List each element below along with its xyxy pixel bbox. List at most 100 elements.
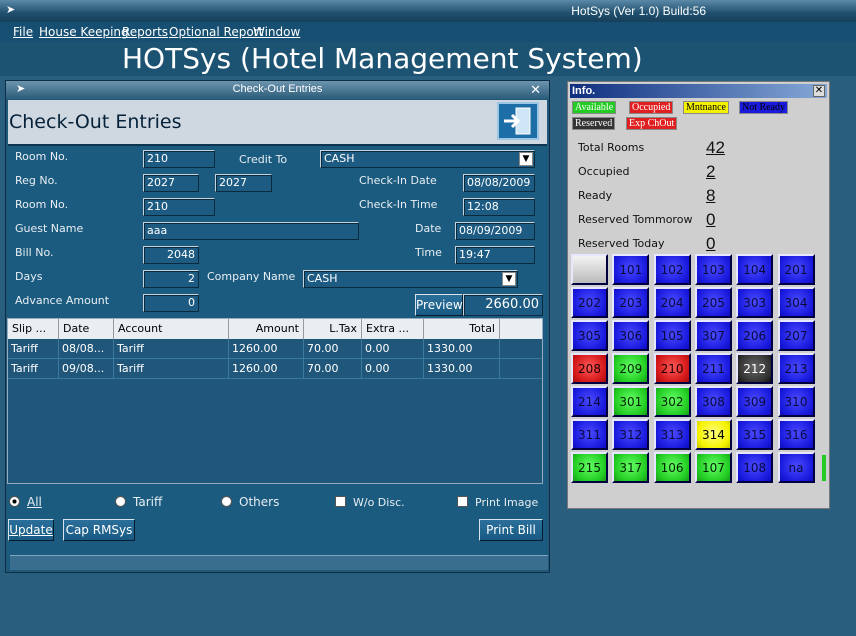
room-tile-201[interactable]: 201 (778, 254, 815, 285)
room-tile-101[interactable]: 101 (612, 254, 649, 285)
room-tile-305[interactable]: 305 (571, 320, 608, 351)
cell-ltax: 70.00 (304, 359, 362, 379)
close-icon[interactable]: ✕ (813, 85, 825, 97)
update-button[interactable]: Update (8, 519, 54, 541)
room-tile-210[interactable]: 210 (654, 353, 691, 384)
room-tile-308[interactable]: 308 (695, 386, 732, 417)
close-icon[interactable]: ✕ (530, 81, 541, 98)
room-tile-303[interactable]: 303 (736, 287, 773, 318)
room-tile-315[interactable]: 315 (736, 419, 773, 450)
info-title: Info. (572, 85, 595, 97)
room-tile-103[interactable]: 103 (695, 254, 732, 285)
room-tile-316[interactable]: 316 (778, 419, 815, 450)
room-tile-317[interactable]: 317 (612, 452, 649, 483)
room-tile-106[interactable]: 106 (654, 452, 691, 483)
reg-no-field[interactable]: 2027 (143, 174, 199, 192)
checkin-date-field[interactable]: 08/08/2009 (463, 174, 535, 192)
room-tile-203[interactable]: 203 (612, 287, 649, 318)
exit-door-icon[interactable] (497, 102, 539, 140)
col-extra[interactable]: Extra ... (362, 319, 424, 339)
checkbox-print-image[interactable] (457, 496, 468, 507)
room-tile-208[interactable]: 208 (571, 353, 608, 384)
radio-others[interactable] (221, 496, 232, 507)
cap-rmsys-button[interactable]: Cap RMSys (63, 519, 135, 541)
title-bar: ➤ HotSys (Ver 1.0) Build:56 (0, 0, 856, 22)
cell-amount: 1260.00 (229, 359, 304, 379)
print-bill-button[interactable]: Print Bill (479, 519, 543, 541)
room-tile-304[interactable]: 304 (778, 287, 815, 318)
checkin-time-field[interactable]: 12:08 (463, 198, 535, 216)
col-date[interactable]: Date (59, 319, 114, 339)
room-tile-309[interactable]: 309 (736, 386, 773, 417)
reg-no-field-2[interactable]: 2027 (215, 174, 272, 192)
room-tile-205[interactable]: 205 (695, 287, 732, 318)
guest-name-field[interactable]: aaa (143, 222, 359, 240)
col-amount[interactable]: Amount (229, 319, 304, 339)
room-tile-na[interactable]: na (778, 452, 815, 483)
room-tile-212[interactable]: 212 (736, 353, 773, 384)
room-tile-314[interactable]: 314 (695, 419, 732, 450)
chevron-down-icon[interactable]: ▼ (502, 272, 516, 286)
room-tile-204[interactable]: 204 (654, 287, 691, 318)
room-tile-311[interactable]: 311 (571, 419, 608, 450)
room-tile-310[interactable]: 310 (778, 386, 815, 417)
cell-date: 08/08... (59, 339, 114, 359)
menu-file[interactable]: File (13, 25, 33, 39)
room-tile-104[interactable]: 104 (736, 254, 773, 285)
room-no-label-2: Room No. (15, 198, 68, 211)
system-menu-icon[interactable]: ➤ (6, 3, 15, 16)
credit-to-label: Credit To (239, 153, 287, 166)
menu-reports[interactable]: Reports (122, 25, 168, 39)
room-tile-107[interactable]: 107 (695, 452, 732, 483)
room-tile-blank[interactable] (571, 254, 608, 285)
chevron-down-icon[interactable]: ▼ (519, 152, 533, 166)
window-menu-icon[interactable]: ➤ (16, 81, 25, 98)
room-tile-209[interactable]: 209 (612, 353, 649, 384)
preview-button[interactable]: Preview (415, 294, 463, 316)
col-total[interactable]: Total (424, 319, 500, 339)
radio-tariff[interactable] (115, 496, 126, 507)
room-tile-206[interactable]: 206 (736, 320, 773, 351)
checkbox-wo-disc[interactable] (335, 496, 346, 507)
room-tile-215[interactable]: 215 (571, 452, 608, 483)
menu-window[interactable]: Window (253, 25, 300, 39)
room-tile-102[interactable]: 102 (654, 254, 691, 285)
room-tile-105[interactable]: 105 (654, 320, 691, 351)
reg-no-label: Reg No. (15, 174, 58, 187)
col-ltax[interactable]: L.Tax (304, 319, 362, 339)
time-field[interactable]: 19:47 (455, 246, 535, 264)
room-tile-313[interactable]: 313 (654, 419, 691, 450)
bill-no-field[interactable]: 2048 (143, 246, 199, 264)
menu-house-keeping[interactable]: House Keeping (39, 25, 129, 39)
room-tile-214[interactable]: 214 (571, 386, 608, 417)
col-account[interactable]: Account (114, 319, 229, 339)
room-tile-307[interactable]: 307 (695, 320, 732, 351)
days-field[interactable]: 2 (143, 270, 199, 288)
checkin-date-label: Check-In Date (359, 174, 437, 187)
advance-amount-field[interactable]: 0 (143, 294, 199, 312)
room-tile-306[interactable]: 306 (612, 320, 649, 351)
cell-total: 1330.00 (424, 339, 500, 359)
table-row[interactable]: Tariff 08/08... Tariff 1260.00 70.00 0.0… (8, 339, 542, 359)
room-tile-108[interactable]: 108 (736, 452, 773, 483)
checkout-window-titlebar: ➤ Check-Out Entries ✕ (6, 81, 549, 99)
room-tile-302[interactable]: 302 (654, 386, 691, 417)
credit-to-select[interactable]: CASH▼ (320, 150, 535, 168)
room-tile-213[interactable]: 213 (778, 353, 815, 384)
radio-all[interactable] (9, 496, 20, 507)
room-tile-207[interactable]: 207 (778, 320, 815, 351)
table-row[interactable]: Tariff 09/08... Tariff 1260.00 70.00 0.0… (8, 359, 542, 379)
room-tile-301[interactable]: 301 (612, 386, 649, 417)
info-titlebar: Info. (570, 84, 827, 98)
col-slip[interactable]: Slip ... (8, 319, 59, 339)
company-name-label: Company Name (207, 270, 295, 283)
room-tile-312[interactable]: 312 (612, 419, 649, 450)
room-tile-211[interactable]: 211 (695, 353, 732, 384)
room-no-field[interactable]: 210 (143, 150, 215, 168)
room-no-field-2[interactable]: 210 (143, 198, 215, 216)
cell-account: Tariff (114, 339, 229, 359)
room-tile-202[interactable]: 202 (571, 287, 608, 318)
company-name-select[interactable]: CASH▼ (303, 270, 518, 288)
date-field[interactable]: 08/09/2009 (455, 222, 535, 240)
menu-optional-report[interactable]: Optional Report (169, 25, 263, 39)
